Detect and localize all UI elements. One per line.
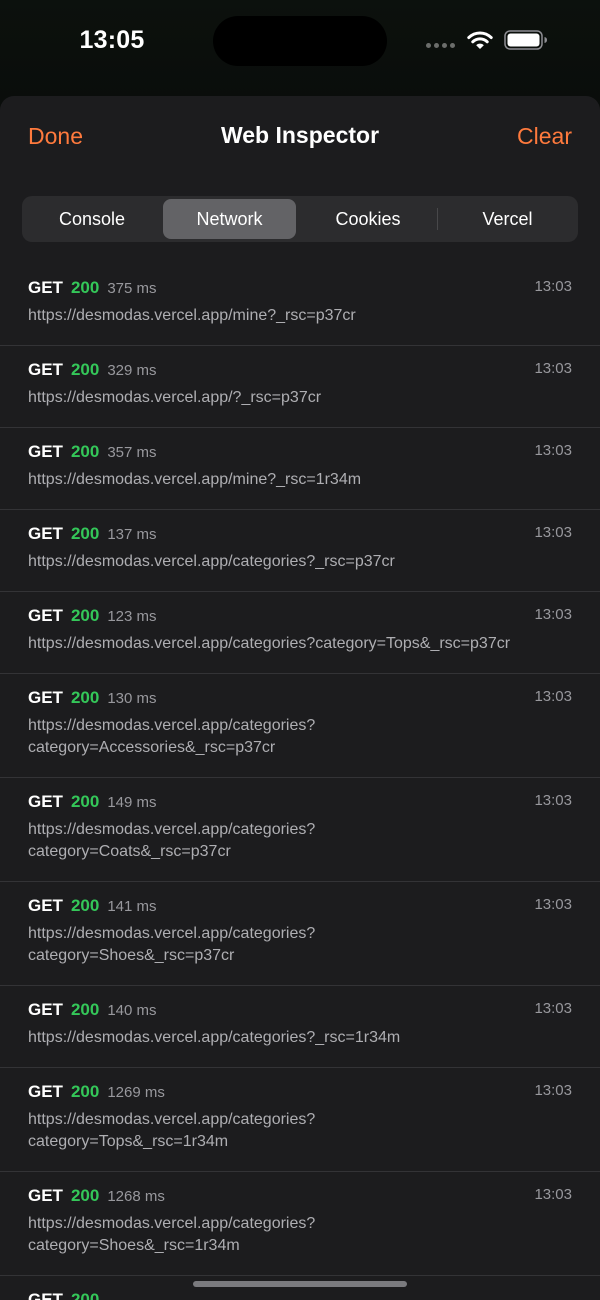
request-time: 13:03 <box>534 360 572 377</box>
request-time: 13:03 <box>534 278 572 295</box>
request-time: 13:03 <box>534 524 572 541</box>
request-method: GET <box>28 1290 63 1300</box>
status-bar: 13:05 <box>0 0 600 80</box>
web-inspector-sheet: Done Web Inspector Clear Console Network… <box>0 96 600 1300</box>
request-url: https://desmodas.vercel.app/categories? … <box>28 1111 316 1150</box>
request-method: GET <box>28 442 63 461</box>
battery-icon <box>504 30 547 50</box>
request-url: https://desmodas.vercel.app/categories? … <box>28 821 316 860</box>
tab-segmented-control: Console Network Cookies Vercel <box>22 196 578 242</box>
tab-vercel[interactable]: Vercel <box>441 199 574 239</box>
request-row[interactable]: GET 200 375 ms 13:03 https://desmodas.verc… <box>0 264 600 346</box>
request-time: 13:03 <box>534 792 572 809</box>
request-row[interactable]: GET 200 <box>0 1276 600 1300</box>
tab-network[interactable]: Network <box>163 199 296 239</box>
status-code: 200 <box>70 688 100 707</box>
clear-button[interactable]: Clear <box>517 123 572 150</box>
status-code: 200 <box>70 360 100 379</box>
request-row[interactable]: GET 200 1268 ms 13:03 https://desmodas.ver… <box>0 1172 600 1276</box>
request-url: https://desmodas.vercel.app/mine?_rsc=p3… <box>28 307 356 324</box>
tab-divider <box>437 208 438 230</box>
request-method: GET <box>28 278 63 297</box>
wifi-icon <box>467 31 493 49</box>
request-time: 13:03 <box>534 442 572 459</box>
request-method: GET <box>28 1186 63 1205</box>
request-duration: 130 ms <box>107 690 157 707</box>
request-row[interactable]: GET 200 1269 ms 13:03 https://desmodas.ver… <box>0 1068 600 1172</box>
request-url: https://desmodas.vercel.app/categories? … <box>28 717 316 756</box>
request-duration: 1268 ms <box>107 1188 165 1205</box>
request-time: 13:03 <box>534 1082 572 1099</box>
network-request-list: GET 200 375 ms 13:03 https://desmodas.verc… <box>0 264 600 1300</box>
status-code: 200 <box>70 1082 100 1101</box>
request-method: GET <box>28 896 63 915</box>
request-method: GET <box>28 1000 63 1019</box>
tab-console[interactable]: Console <box>26 199 158 239</box>
request-row[interactable]: GET 200 130 ms 13:03 https://desmodas.verc… <box>0 674 600 778</box>
status-code: 200 <box>70 792 100 811</box>
status-code: 200 <box>70 606 100 625</box>
request-duration: 149 ms <box>107 794 157 811</box>
request-time: 13:03 <box>534 896 572 913</box>
request-row[interactable]: GET 200 140 ms 13:03 https://desmodas.verc… <box>0 986 600 1068</box>
request-duration: 123 ms <box>107 608 157 625</box>
status-code: 200 <box>70 1290 100 1300</box>
request-time: 13:03 <box>534 1000 572 1017</box>
request-method: GET <box>28 1082 63 1101</box>
request-row[interactable]: GET 200 141 ms 13:03 https://desmodas.verc… <box>0 882 600 986</box>
request-duration: 357 ms <box>107 444 157 461</box>
home-indicator <box>193 1281 407 1287</box>
request-url: https://desmodas.vercel.app/categories? … <box>28 1215 316 1254</box>
request-time: 13:03 <box>534 688 572 705</box>
request-method: GET <box>28 360 63 379</box>
request-duration: 140 ms <box>107 1002 157 1019</box>
dynamic-island <box>213 16 387 66</box>
request-duration: 141 ms <box>107 898 157 915</box>
status-code: 200 <box>70 896 100 915</box>
request-url: https://desmodas.vercel.app/categories? … <box>28 925 316 964</box>
page-title: Web Inspector <box>220 122 380 148</box>
done-button[interactable]: Done <box>28 123 83 150</box>
request-url: https://desmodas.vercel.app/categories?_… <box>28 553 395 570</box>
request-time: 13:03 <box>534 1186 572 1203</box>
request-duration: 137 ms <box>107 526 157 543</box>
request-row[interactable]: GET 200 329 ms 13:03 https://desmodas.verc… <box>0 346 600 428</box>
tab-cookies[interactable]: Cookies <box>302 199 434 239</box>
request-method: GET <box>28 606 63 625</box>
request-row[interactable]: GET 200 149 ms 13:03 https://desmodas.verc… <box>0 778 600 882</box>
request-duration: 375 ms <box>107 280 157 297</box>
request-url: https://desmodas.vercel.app/?_rsc=p37cr <box>28 389 322 406</box>
request-duration: 1269 ms <box>107 1084 165 1101</box>
request-method: GET <box>28 688 63 707</box>
request-row[interactable]: GET 200 123 ms 13:03 https://desmodas.verc… <box>0 592 600 674</box>
status-code: 200 <box>70 1186 100 1205</box>
status-time: 13:05 <box>79 26 145 54</box>
status-code: 200 <box>70 442 100 461</box>
status-code: 200 <box>70 278 100 297</box>
status-code: 200 <box>70 524 100 543</box>
request-row[interactable]: GET 200 137 ms 13:03 https://desmodas.verc… <box>0 510 600 592</box>
request-time: 13:03 <box>534 606 572 623</box>
cellular-signal-icon <box>426 43 455 48</box>
status-code: 200 <box>70 1000 100 1019</box>
request-url: https://desmodas.vercel.app/categories?c… <box>28 635 511 652</box>
request-method: GET <box>28 524 63 543</box>
request-method: GET <box>28 792 63 811</box>
request-url: https://desmodas.vercel.app/categories?_… <box>28 1029 401 1046</box>
request-row[interactable]: GET 200 357 ms 13:03 https://desmodas.verc… <box>0 428 600 510</box>
request-duration: 329 ms <box>107 362 157 379</box>
request-url: https://desmodas.vercel.app/mine?_rsc=1r… <box>28 471 362 488</box>
navigation-bar: Done Web Inspector Clear <box>0 96 600 176</box>
